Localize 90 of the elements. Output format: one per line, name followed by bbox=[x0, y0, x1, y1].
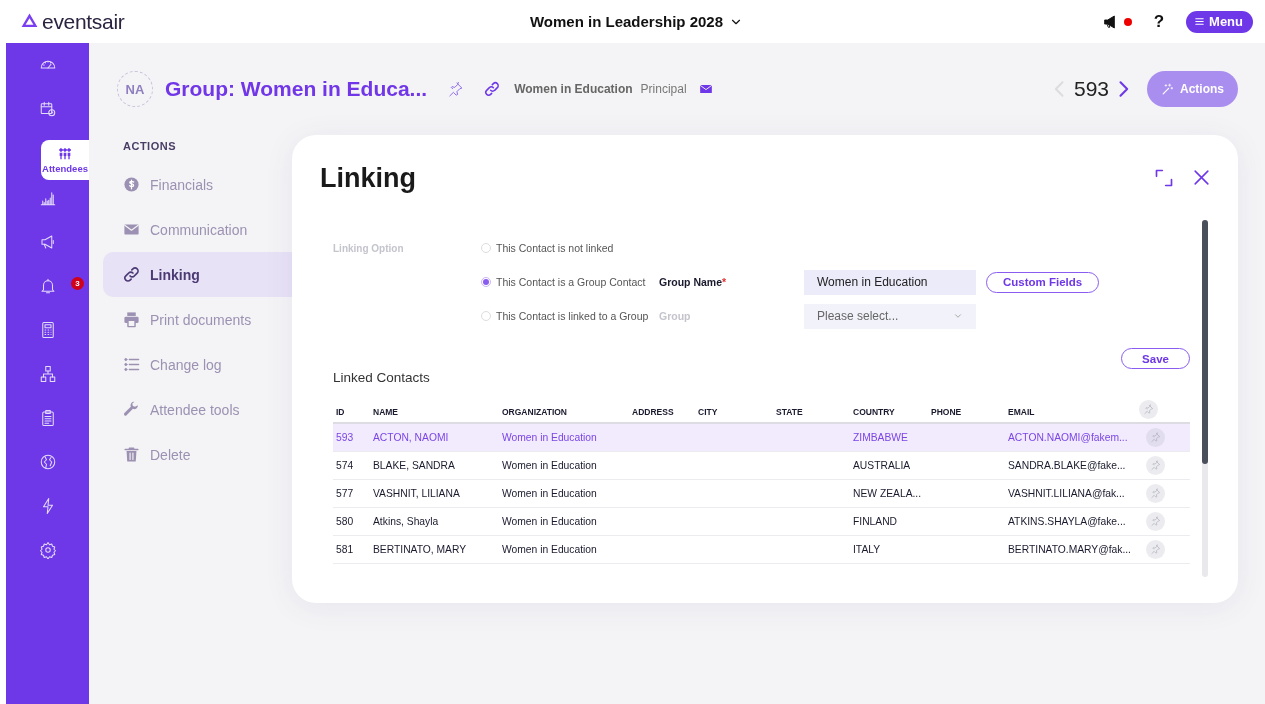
pin-icon bbox=[1150, 544, 1161, 555]
link-icon bbox=[123, 266, 140, 283]
nav-item[interactable]: 3 bbox=[6, 264, 89, 308]
bell-icon bbox=[38, 277, 57, 295]
table-row[interactable]: 581 BERTINATO, MARY Women in Education ITALY BERTINATO.MARY@fak... bbox=[333, 536, 1190, 564]
menu-heading: ACTIONS bbox=[122, 139, 177, 154]
radio-option[interactable]: This Contact is a Group Contact bbox=[481, 276, 659, 288]
table-cell: 593 bbox=[333, 424, 370, 452]
notification-badge: 3 bbox=[71, 277, 84, 290]
table-cell: FINLAND bbox=[850, 508, 928, 536]
radio-option[interactable]: This Contact is not linked bbox=[481, 242, 659, 254]
pin-button[interactable] bbox=[1146, 484, 1165, 503]
table-row[interactable]: 593 ACTON, NAOMI Women in Education ZIMBABWE ACTON.NAOMI@fakem... bbox=[333, 424, 1190, 452]
table-row[interactable]: 580 Atkins, Shayla Women in Education FINLAND ATKINS.SHAYLA@fake... bbox=[333, 508, 1190, 536]
table-cell: BERTINATO.MARY@fak... bbox=[1005, 536, 1137, 564]
table-cell: Women in Education bbox=[499, 508, 629, 536]
pin-button[interactable] bbox=[1146, 540, 1165, 559]
wrench-icon bbox=[123, 401, 140, 418]
expand-icon[interactable] bbox=[1154, 168, 1174, 188]
event-title: Women in Leadership 2028 bbox=[529, 13, 724, 30]
globe-icon bbox=[38, 453, 57, 471]
envelope-icon[interactable] bbox=[698, 82, 713, 96]
pin-button[interactable] bbox=[1146, 428, 1165, 447]
hierarchy-icon bbox=[38, 365, 57, 383]
logo-text: eventsair bbox=[42, 9, 125, 34]
field-label: Group Name* bbox=[659, 276, 728, 288]
table-cell: NEW ZEALA... bbox=[850, 480, 928, 508]
list-icon bbox=[123, 356, 140, 373]
pin-button[interactable] bbox=[1146, 512, 1165, 531]
record-counter: 593 bbox=[1073, 77, 1109, 101]
table-cell: Women in Education bbox=[499, 536, 629, 564]
dialog-title: Linking bbox=[320, 162, 417, 194]
organization-name: Women in Education bbox=[514, 82, 633, 96]
pin-icon bbox=[1143, 403, 1154, 415]
pin-button[interactable] bbox=[1146, 456, 1165, 475]
menu-item[interactable]: Linking bbox=[103, 252, 292, 297]
table-cell: Women in Education bbox=[499, 452, 629, 480]
calendar-icon bbox=[38, 100, 57, 118]
table-cell: ACTON, NAOMI bbox=[370, 424, 499, 452]
table-cell: 581 bbox=[333, 536, 370, 564]
field-label: Group bbox=[659, 310, 692, 322]
table-cell: SANDRA.BLAKE@fake... bbox=[1005, 452, 1137, 480]
table-cell: ACTON.NAOMI@fakem... bbox=[1005, 424, 1137, 452]
table-cell: ITALY bbox=[850, 536, 928, 564]
radio-option[interactable]: This Contact is linked to a Group bbox=[481, 310, 659, 322]
table-cell: BLAKE, SANDRA bbox=[370, 452, 499, 480]
people-icon bbox=[57, 146, 73, 162]
field-label: Linking Option bbox=[333, 242, 405, 254]
custom-fields-button[interactable]: Custom Fields bbox=[986, 271, 1100, 293]
menu-button[interactable]: Menu bbox=[1186, 10, 1253, 33]
record-title: Group: Women in Educa... bbox=[165, 77, 428, 101]
pin-icon bbox=[1150, 432, 1161, 443]
table-cell: Atkins, Shayla bbox=[370, 508, 499, 536]
table-cell: ATKINS.SHAYLA@fake... bbox=[1005, 508, 1137, 536]
table-cell: AUSTRALIA bbox=[850, 452, 928, 480]
dollar-icon bbox=[123, 176, 140, 193]
table-row[interactable]: 574 BLAKE, SANDRA Women in Education AUSTRALIA SANDRA.BLAKE@fake... bbox=[333, 452, 1190, 480]
pin-icon[interactable] bbox=[447, 80, 465, 98]
printer-icon bbox=[123, 311, 140, 328]
trash-icon bbox=[123, 446, 140, 463]
radio-button[interactable] bbox=[481, 277, 491, 287]
pin-icon bbox=[1150, 516, 1161, 527]
bar-chart-icon bbox=[38, 189, 57, 207]
close-icon[interactable] bbox=[1192, 168, 1211, 187]
caret-icon bbox=[953, 311, 963, 321]
menu-icon bbox=[1194, 16, 1206, 27]
settings-icon bbox=[38, 541, 57, 559]
help-icon[interactable]: ? bbox=[1153, 11, 1165, 32]
table-row[interactable]: 577 VASHNIT, LILIANA Women in Education NEW ZEALA... VASHNIT.LILIANA@fak... bbox=[333, 480, 1190, 508]
nav-item[interactable]: Attendees bbox=[41, 140, 89, 180]
table-cell: 580 bbox=[333, 508, 370, 536]
scrollbar-thumb[interactable] bbox=[1202, 220, 1208, 464]
table-cell: 577 bbox=[333, 480, 370, 508]
wand-icon bbox=[1161, 82, 1174, 96]
pin-icon bbox=[1150, 488, 1161, 499]
role-label: Principal bbox=[640, 82, 687, 96]
link-icon[interactable] bbox=[484, 81, 501, 97]
table-cell: ZIMBABWE bbox=[850, 424, 928, 452]
table-cell: VASHNIT, LILIANA bbox=[370, 480, 499, 508]
save-button[interactable]: Save bbox=[1121, 348, 1190, 369]
megaphone-icon bbox=[38, 233, 57, 251]
group-name-field[interactable]: Women in Education bbox=[804, 269, 976, 295]
table-cell: Women in Education bbox=[499, 424, 629, 452]
table-cell: 574 bbox=[333, 452, 370, 480]
table-cell: Women in Education bbox=[499, 480, 629, 508]
pin-button[interactable] bbox=[1139, 399, 1158, 419]
table-cell: BERTINATO, MARY bbox=[370, 536, 499, 564]
section-title: Linked Contacts bbox=[333, 370, 431, 386]
table-cell: VASHNIT.LILIANA@fak... bbox=[1005, 480, 1137, 508]
pin-icon bbox=[1150, 460, 1161, 471]
